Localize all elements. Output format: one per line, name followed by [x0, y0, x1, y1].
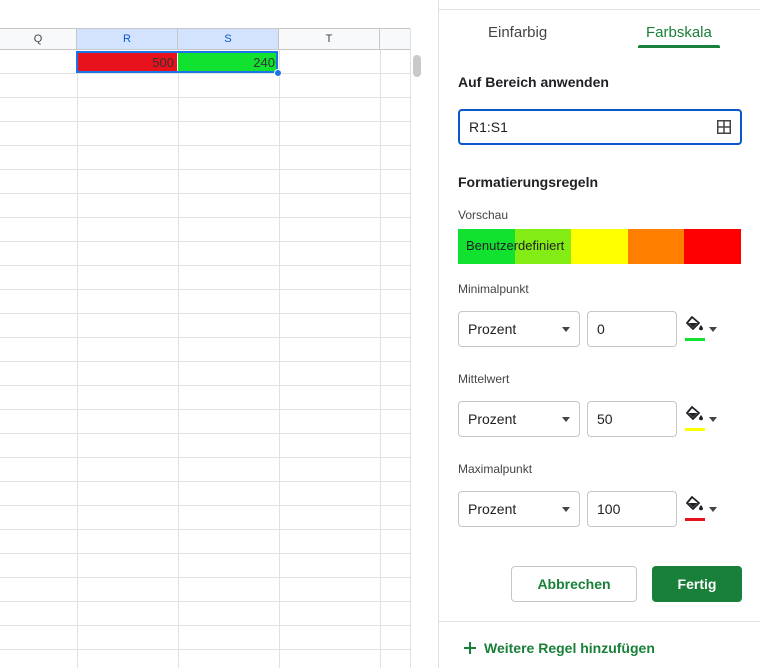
- mid-type-value: Prozent: [468, 411, 517, 427]
- grid-column-line: [77, 50, 78, 668]
- mid-value: 50: [597, 411, 613, 427]
- chevron-down-icon: [709, 417, 717, 422]
- max-type-value: Prozent: [468, 501, 517, 517]
- min-type-value: Prozent: [468, 321, 517, 337]
- fill-bucket-icon: [686, 316, 703, 331]
- grid-column-line: [279, 50, 280, 668]
- grid-column-line: [178, 50, 179, 668]
- column-header-label: T: [325, 33, 333, 45]
- chevron-down-icon: [562, 507, 570, 512]
- cell-s1[interactable]: 240: [178, 51, 278, 73]
- grid-row-line: [0, 649, 410, 650]
- chevron-down-icon: [709, 327, 717, 332]
- mid-color-swatch: [685, 428, 705, 431]
- max-value: 100: [597, 501, 621, 517]
- column-header-label: S: [224, 33, 232, 45]
- plus-icon: [464, 642, 476, 654]
- grid-row-line: [0, 265, 410, 266]
- grid-row-line: [0, 97, 410, 98]
- chevron-down-icon: [562, 327, 570, 332]
- grid-column-line: [380, 50, 381, 668]
- spreadsheet-grid[interactable]: Q R S T 500 240: [0, 0, 410, 668]
- chevron-down-icon: [562, 417, 570, 422]
- grid-row-line: [0, 121, 410, 122]
- grid-row-line: [0, 433, 410, 434]
- grid-row-line: [0, 409, 410, 410]
- scrollbar-thumb[interactable]: [413, 55, 421, 77]
- grid-row-line: [0, 625, 410, 626]
- max-color-swatch: [685, 518, 705, 521]
- max-type-select[interactable]: Prozent: [458, 491, 580, 527]
- mid-value-input[interactable]: 50: [587, 401, 677, 437]
- column-header-q[interactable]: Q: [0, 28, 77, 50]
- grid-row-line: [0, 505, 410, 506]
- done-button[interactable]: Fertig: [652, 566, 742, 602]
- min-color-picker[interactable]: [685, 316, 719, 342]
- column-header-t[interactable]: T: [279, 28, 380, 50]
- mid-color-picker[interactable]: [685, 406, 719, 432]
- conditional-format-panel: Einfarbig Farbskala Auf Bereich anwenden…: [438, 0, 760, 668]
- grid-row-line: [0, 553, 410, 554]
- max-value-input[interactable]: 100: [587, 491, 677, 527]
- cancel-button[interactable]: Abbrechen: [511, 566, 637, 602]
- grid-row-line: [0, 601, 410, 602]
- add-rule-label: Weitere Regel hinzufügen: [484, 640, 655, 656]
- min-point-label: Minimalpunkt: [458, 282, 529, 296]
- grid-select-icon[interactable]: [717, 120, 731, 134]
- chevron-down-icon: [709, 507, 717, 512]
- preview-label: Vorschau: [458, 208, 509, 222]
- grid-row-line: [0, 313, 410, 314]
- preview-style-name: Benutzerdefiniert: [466, 238, 565, 253]
- add-rule-button[interactable]: Weitere Regel hinzufügen: [464, 640, 655, 656]
- grid-row-line: [0, 289, 410, 290]
- fill-bucket-icon: [686, 406, 703, 421]
- column-header-s[interactable]: S: [178, 28, 279, 50]
- fill-bucket-icon: [686, 496, 703, 511]
- grid-row-line: [0, 385, 410, 386]
- fill-handle[interactable]: [274, 69, 282, 77]
- tab-color-scale[interactable]: Farbskala: [646, 24, 712, 41]
- rules-heading: Formatierungsregeln: [458, 174, 599, 190]
- column-header-label: Q: [33, 33, 43, 45]
- grid-row-line: [0, 577, 410, 578]
- cell-value: 500: [152, 54, 174, 70]
- tab-single-color[interactable]: Einfarbig: [488, 24, 547, 41]
- max-color-picker[interactable]: [685, 496, 719, 522]
- preview-stop: [684, 229, 741, 264]
- range-input-value: R1:S1: [469, 119, 508, 135]
- cell-r1[interactable]: 500: [77, 51, 177, 73]
- grid-row-line: [0, 361, 410, 362]
- apply-range-heading: Auf Bereich anwenden: [458, 74, 609, 90]
- grid-row-line: [0, 73, 410, 74]
- max-point-label: Maximalpunkt: [458, 462, 533, 476]
- min-value: 0: [597, 321, 605, 337]
- grid-row-line: [0, 457, 410, 458]
- mid-point-label: Mittelwert: [458, 372, 510, 386]
- min-type-select[interactable]: Prozent: [458, 311, 580, 347]
- cell-value: 240: [253, 54, 275, 70]
- active-tab-indicator: [638, 45, 720, 48]
- scrollbar-track[interactable]: [410, 28, 439, 668]
- column-header-label: R: [123, 33, 131, 45]
- grid-row-line: [0, 169, 410, 170]
- grid-row-line: [0, 529, 410, 530]
- preview-stop: [571, 229, 628, 264]
- grid-row-line: [0, 481, 410, 482]
- grid-row-line: [0, 193, 410, 194]
- min-color-swatch: [685, 338, 705, 341]
- grid-row-line: [0, 337, 410, 338]
- preview-stop: [627, 229, 685, 264]
- column-header-r[interactable]: R: [77, 28, 178, 50]
- min-value-input[interactable]: 0: [587, 311, 677, 347]
- panel-divider: [439, 621, 760, 622]
- panel-header-edge: [439, 0, 760, 10]
- column-header-next[interactable]: [380, 28, 410, 50]
- mid-type-select[interactable]: Prozent: [458, 401, 580, 437]
- grid-row-line: [0, 241, 410, 242]
- grid-row-line: [0, 217, 410, 218]
- range-input[interactable]: R1:S1: [458, 109, 742, 145]
- grid-row-line: [0, 145, 410, 146]
